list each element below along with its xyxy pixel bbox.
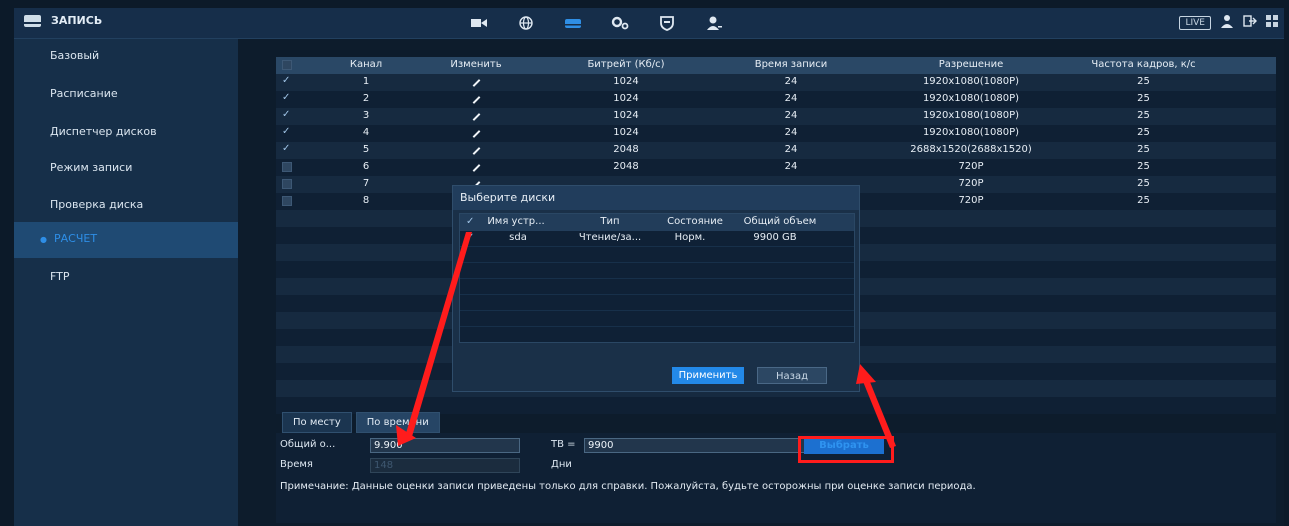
annotation-arrow-left-shaft: [404, 232, 472, 440]
annotation-arrows: [396, 232, 896, 448]
annotation-highlight-box: [798, 436, 894, 463]
annotation-arrow-right-head: [856, 364, 876, 384]
